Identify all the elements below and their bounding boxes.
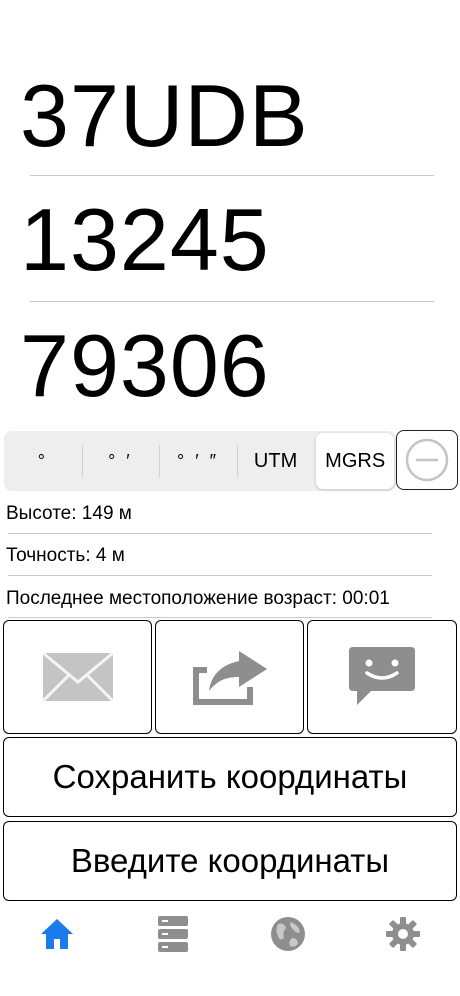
home-icon bbox=[41, 919, 73, 949]
envelope-icon bbox=[41, 652, 114, 702]
minus-circle-icon bbox=[405, 438, 449, 482]
enter-coordinates-button[interactable]: Введите координаты bbox=[3, 821, 457, 901]
share-button[interactable] bbox=[155, 620, 304, 734]
tab-database[interactable] bbox=[153, 912, 193, 956]
chat-bubble-icon bbox=[349, 647, 415, 705]
gear-icon bbox=[386, 917, 420, 951]
format-degrees-minutes-button[interactable]: ° ′ bbox=[81, 431, 160, 491]
collapse-toggle-button[interactable] bbox=[396, 430, 458, 490]
location-age-text: Последнее местоположение возраст: 00:01 bbox=[6, 588, 390, 609]
share-arrow-icon bbox=[192, 651, 267, 705]
coordinate-northing: 79306 bbox=[20, 316, 270, 415]
message-button[interactable] bbox=[307, 620, 457, 734]
divider bbox=[8, 533, 432, 534]
save-coordinates-button[interactable]: Сохранить координаты bbox=[3, 737, 457, 817]
format-utm-button[interactable]: UTM bbox=[236, 431, 315, 491]
email-button[interactable] bbox=[3, 620, 152, 734]
divider bbox=[8, 617, 432, 618]
coordinate-zone: 37UDB bbox=[20, 66, 309, 165]
divider bbox=[8, 575, 432, 576]
tab-home[interactable] bbox=[37, 912, 77, 956]
coordinate-format-selector: ° ° ′ ° ′ ″ UTM MGRS bbox=[4, 431, 396, 491]
coordinate-easting: 13245 bbox=[20, 190, 270, 289]
tab-map[interactable] bbox=[268, 912, 308, 956]
globe-icon bbox=[271, 917, 305, 951]
divider bbox=[30, 175, 434, 176]
tab-settings[interactable] bbox=[383, 912, 423, 956]
format-degrees-minutes-seconds-button[interactable]: ° ′ ″ bbox=[159, 431, 237, 491]
tab-bar bbox=[0, 908, 460, 968]
divider bbox=[30, 301, 434, 302]
altitude-text: Высоте: 149 м bbox=[6, 503, 132, 524]
format-degrees-button[interactable]: ° bbox=[4, 431, 82, 491]
accuracy-text: Точность: 4 м bbox=[6, 545, 125, 566]
format-mgrs-button[interactable]: MGRS bbox=[316, 433, 394, 489]
database-icon bbox=[158, 916, 188, 952]
